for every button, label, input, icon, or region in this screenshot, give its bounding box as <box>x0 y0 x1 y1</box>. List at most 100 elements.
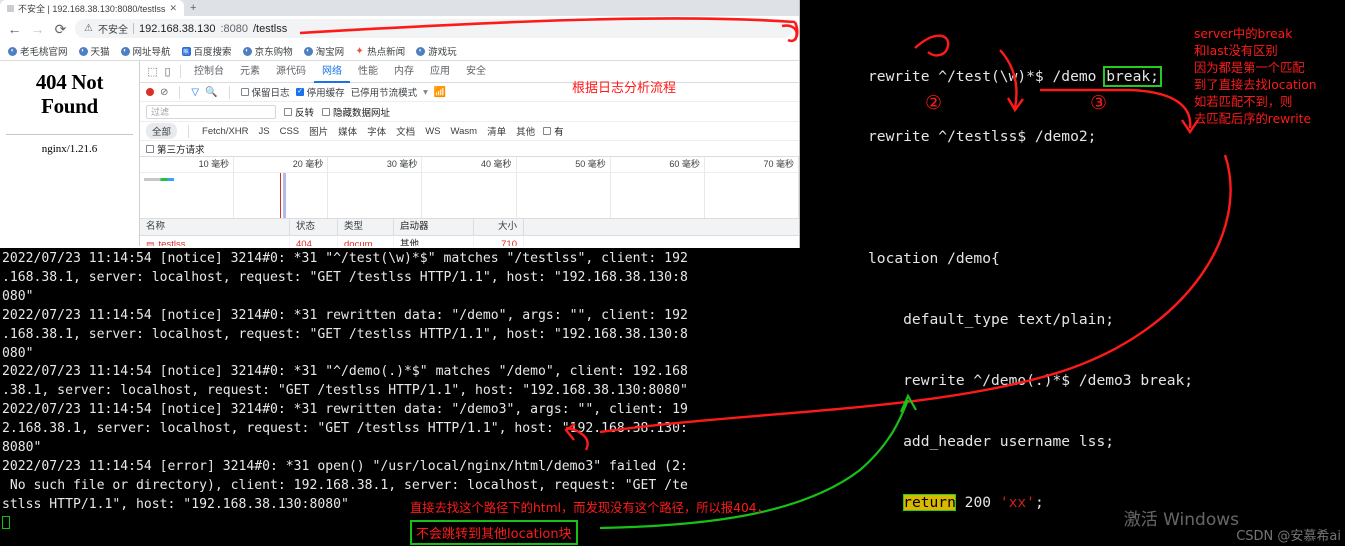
browser-window: 不安全 | 192.168.38.130:8080/testlss ✕ + ← … <box>0 0 800 248</box>
conf-line: default_type text/plain; <box>868 311 1115 329</box>
globe-icon: ◐ <box>78 46 88 56</box>
column-header-name[interactable]: 名称 <box>140 219 290 235</box>
tab-performance[interactable]: 性能 <box>350 61 386 83</box>
chip-img[interactable]: 图片 <box>307 124 330 138</box>
security-label: 不安全 <box>97 25 128 36</box>
column-header-size[interactable]: 大小 <box>474 219 524 235</box>
cell-initiator: 其他 <box>394 236 474 246</box>
third-party-row: 第三方请求 <box>140 141 799 157</box>
hide-data-urls-checkbox[interactable]: 隐藏数据网址 <box>322 105 390 119</box>
bookmark-item[interactable]: ◐ 淘宝网 <box>301 43 348 59</box>
tab-console[interactable]: 控制台 <box>186 61 232 83</box>
tab-application[interactable]: 应用 <box>422 61 458 83</box>
nginx-error-log-terminal[interactable]: 2022/07/23 11:14:54 [notice] 3214#0: *31… <box>0 248 800 546</box>
timeline-tick: 30 毫秒 <box>328 157 423 172</box>
nginx-config-editor[interactable]: rewrite ^/test(\w)*$ /demo break; rewrit… <box>800 0 1345 546</box>
chip-font[interactable]: 字体 <box>365 124 388 138</box>
tab-security[interactable]: 安全 <box>458 61 494 83</box>
tab-memory[interactable]: 内存 <box>386 61 422 83</box>
bookmark-label: 游戏玩 <box>428 47 457 58</box>
timeline-column <box>517 173 611 218</box>
chip-other[interactable]: 其他 <box>514 124 537 138</box>
request-name: testlss <box>158 238 186 247</box>
timeline-request-bar <box>144 178 174 181</box>
table-row[interactable]: ▤ testlss 404 docum... 其他 710 <box>140 236 799 246</box>
bookmark-item[interactable]: ◐ 京东购物 <box>240 43 296 59</box>
new-tab-button[interactable]: + <box>184 0 202 16</box>
browser-tab[interactable]: 不安全 | 192.168.38.130:8080/testlss ✕ <box>0 0 184 16</box>
filter-input[interactable]: 过滤 <box>146 104 276 119</box>
bookmark-label: 热点新闻 <box>367 47 406 58</box>
timeline-domcontentloaded-marker <box>280 173 281 218</box>
tab-favicon-icon <box>7 4 14 12</box>
conf-line: location /demo{ <box>868 250 1000 268</box>
cell-status: 404 <box>290 236 338 246</box>
table-header-row: 名称 状态 类型 启动器 大小 <box>140 219 799 236</box>
column-header-initiator[interactable]: 启动器 <box>394 219 474 235</box>
checkbox-icon <box>284 107 292 116</box>
column-header-status[interactable]: 状态 <box>290 219 338 235</box>
inspect-element-icon[interactable]: ⬚ <box>145 65 160 78</box>
tab-elements[interactable]: 元素 <box>232 61 268 83</box>
column-header-type[interactable]: 类型 <box>338 219 394 235</box>
filter-icon[interactable]: ▽ <box>191 87 199 98</box>
bookmark-label: 老毛桃官网 <box>20 47 68 58</box>
tab-network[interactable]: 网络 <box>314 61 350 83</box>
preserve-log-checkbox[interactable]: 保留日志 <box>240 85 290 99</box>
bookmark-item[interactable]: ◐ 网址导航 <box>118 43 174 59</box>
browser-tab-strip: 不安全 | 192.168.38.130:8080/testlss ✕ + <box>0 0 799 16</box>
wifi-settings-icon[interactable]: 📶 <box>434 87 446 98</box>
requests-table: 名称 状态 类型 启动器 大小 ▤ testlss 404 docum... 其他… <box>140 219 799 246</box>
chip-js[interactable]: JS <box>256 126 271 137</box>
device-toolbar-icon[interactable]: ▯ <box>160 65 175 78</box>
reload-icon[interactable]: ⟳ <box>52 22 69 36</box>
error-title-line2: Found <box>41 93 98 118</box>
timeline-ticks: 10 毫秒 20 毫秒 30 毫秒 40 毫秒 50 毫秒 60 毫秒 70 毫… <box>140 157 799 173</box>
devtools-tab-bar: ⬚ ▯ 控制台 元素 源代码 网络 性能 内存 应用 安全 <box>140 61 799 83</box>
conf-line: return 200 'xx'; <box>903 493 1044 511</box>
blocked-cookies-checkbox[interactable]: 有 <box>543 124 564 138</box>
tab-title: 不安全 | 192.168.38.130:8080/testlss <box>18 3 166 14</box>
chip-ws[interactable]: WS <box>423 126 442 137</box>
tab-sources[interactable]: 源代码 <box>268 61 314 83</box>
chip-css[interactable]: CSS <box>278 126 302 137</box>
timeline-column <box>705 173 799 218</box>
timeline-column <box>422 173 517 218</box>
back-icon[interactable]: ← <box>6 22 23 36</box>
globe-icon: ◐ <box>120 46 130 56</box>
search-icon[interactable]: 🔍 <box>205 87 217 98</box>
bookmark-item[interactable]: ◐ 天猫 <box>76 43 113 59</box>
url-path: /testlss <box>252 22 288 35</box>
resource-type-chips: 全部 Fetch/XHR JS CSS 图片 媒体 字体 文档 WS Wasm … <box>140 122 799 141</box>
third-party-checkbox[interactable]: 第三方请求 <box>146 142 205 156</box>
timeline-tick: 10 毫秒 <box>140 157 235 172</box>
checkbox-icon <box>543 127 552 135</box>
bookmark-item[interactable]: ◐ 游戏玩 <box>413 43 460 59</box>
chevron-down-icon[interactable]: ▾ <box>423 87 428 98</box>
page-title: 404 Not Found <box>0 70 139 118</box>
record-icon[interactable] <box>146 88 154 96</box>
throttling-label[interactable]: 已停用节流模式 <box>351 85 418 99</box>
chip-fetch-xhr[interactable]: Fetch/XHR <box>200 126 250 137</box>
chip-doc[interactable]: 文档 <box>394 124 417 138</box>
bookmark-item[interactable]: ◐ 老毛桃官网 <box>5 43 71 59</box>
bookmark-label: 天猫 <box>90 47 110 58</box>
close-icon[interactable]: ✕ <box>169 3 177 14</box>
clear-icon[interactable]: ⊘ <box>160 87 168 98</box>
chip-all[interactable]: 全部 <box>146 123 178 139</box>
network-timeline: 10 毫秒 20 毫秒 30 毫秒 40 毫秒 50 毫秒 60 毫秒 70 毫… <box>140 157 799 219</box>
chip-wasm[interactable]: Wasm <box>449 126 480 137</box>
hide-data-urls-label: 隐藏数据网址 <box>333 107 391 119</box>
forward-icon[interactable]: → <box>29 22 46 36</box>
disable-cache-checkbox[interactable]: 停用缓存 <box>295 85 345 99</box>
address-bar[interactable]: ⚠ 不安全 192.168.38.130:8080/testlss <box>75 19 793 38</box>
break-directive-highlight: break; <box>1103 65 1162 87</box>
bookmark-item[interactable]: 熊百度搜索 <box>179 43 235 59</box>
invert-checkbox[interactable]: 反转 <box>284 105 314 119</box>
bookmark-item[interactable]: ✦ 热点新闻 <box>352 43 408 59</box>
chip-media[interactable]: 媒体 <box>336 124 359 138</box>
chip-manifest[interactable]: 清单 <box>485 124 508 138</box>
error-title-line1: 404 Not <box>35 70 104 94</box>
timeline-load-marker <box>283 173 286 218</box>
bookmark-label: 百度搜索 <box>193 47 232 58</box>
